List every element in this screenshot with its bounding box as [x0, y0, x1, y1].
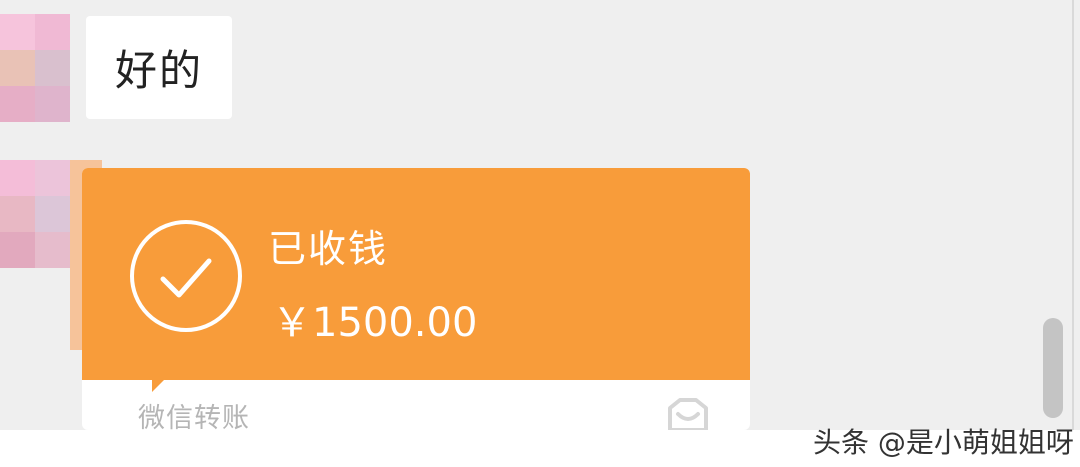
- transfer-card-header: 已收钱 ￥1500.00: [82, 168, 750, 380]
- wechat-pay-icon: [668, 398, 708, 430]
- avatar[interactable]: [0, 14, 70, 124]
- message-text: 好的: [114, 46, 203, 95]
- check-circle-icon: [130, 220, 242, 332]
- transfer-message-card[interactable]: 已收钱 ￥1500.00 微信转账: [82, 168, 750, 430]
- bubble-tail: [152, 380, 164, 392]
- transfer-source-label: 微信转账: [138, 403, 250, 430]
- window-edge-divider: [1072, 0, 1074, 467]
- chat-scrollbar[interactable]: [1043, 318, 1063, 418]
- watermark-text: 头条 @是小萌姐姐呀: [813, 426, 1074, 459]
- message-bubble-text[interactable]: 好的: [86, 16, 232, 119]
- transfer-status: 已收钱: [268, 227, 389, 271]
- transfer-amount: ￥1500.00: [272, 300, 478, 346]
